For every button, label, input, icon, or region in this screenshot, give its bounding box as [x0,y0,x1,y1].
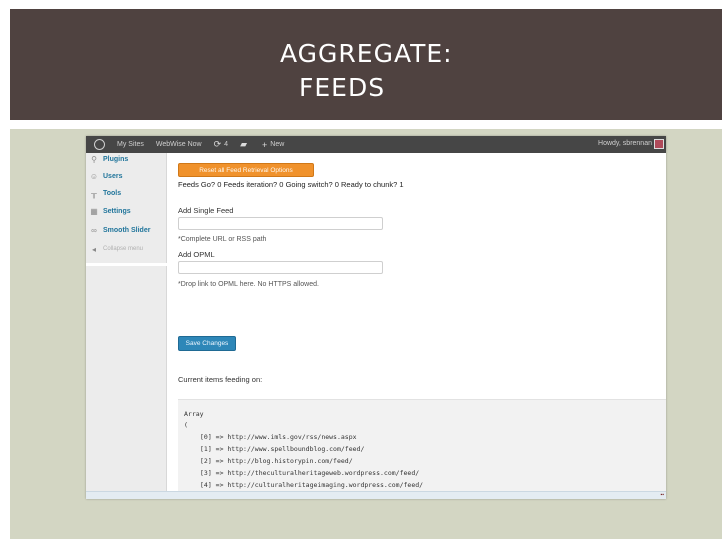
code-line: [4] => http://culturalheritageimaging.wo… [200,481,424,489]
sidebar-item-smooth-slider[interactable]: ∞ Smooth Slider [86,222,167,238]
tray-icon: ▪▪ [660,492,664,498]
plus-icon: + [262,139,268,150]
avatar[interactable] [654,139,664,149]
plug-icon: ⚲ [91,154,97,164]
current-items-label: Current items feeding on: [178,375,263,384]
users-icon: ☺ [89,171,99,181]
opml-hint: *Drop link to OPML here. No HTTPS allowe… [178,281,319,288]
main-content: Reset all Feed Retrieval Options Feeds G… [178,153,666,499]
admin-bar: My Sites WebWise Now ⟳ 4 ▰ + New Howdy, … [86,136,666,153]
feed-array-output: Array ( [0] => http://www.imls.gov/rss/n… [178,399,666,499]
collapse-menu-label: Collapse menu [103,246,144,252]
site-name-link[interactable]: WebWise Now [156,141,202,148]
updates-link[interactable]: ⟳ 4 [214,139,228,150]
tools-icon: ╥ [91,188,97,198]
sidebar-divider [86,263,167,266]
collapse-arrow-icon: ◂ [91,244,96,254]
comments-link[interactable]: ▰ [240,139,250,150]
collapse-menu-button[interactable]: ◂ Collapse menu [86,241,167,257]
code-open-paren: ( [184,421,188,429]
admin-sidebar: ⚲ Plugins ☺ Users ╥ Tools ▦ Settings ∞ S… [86,153,167,499]
single-feed-input[interactable] [178,217,383,230]
comment-icon: ▰ [240,139,247,149]
my-sites-link[interactable]: My Sites [117,141,144,148]
sidebar-item-tools[interactable]: ╥ Tools [86,185,167,201]
code-array-keyword: Array [184,410,204,418]
sidebar-item-label: Settings [103,207,131,215]
sidebar-item-plugins[interactable]: ⚲ Plugins [86,151,167,167]
sidebar-item-label: Smooth Slider [103,226,151,234]
wordpress-logo-icon[interactable] [91,138,107,151]
opml-input[interactable] [178,261,383,274]
refresh-icon: ⟳ [213,139,222,149]
my-sites-label: My Sites [117,141,144,148]
single-feed-label: Add Single Feed [178,206,234,215]
wordpress-screenshot: My Sites WebWise Now ⟳ 4 ▰ + New Howdy, … [86,136,666,499]
howdy-user-link[interactable]: Howdy, sbrennan [598,140,652,147]
new-content-link[interactable]: + New [262,140,284,150]
sidebar-item-label: Tools [103,189,122,197]
slide-title-line2: FEEDS [299,73,386,102]
slide-title-line1: AGGREGATE: [280,39,453,68]
code-line: [1] => http://www.spellboundblog.com/fee… [200,445,365,453]
sidebar-item-users[interactable]: ☺ Users [86,168,167,184]
taskbar-strip: ▪▪ [86,491,666,499]
sidebar-item-settings[interactable]: ▦ Settings [86,203,167,219]
save-changes-button[interactable]: Save Changes [178,336,236,351]
reset-feed-options-button[interactable]: Reset all Feed Retrieval Options [178,163,314,177]
settings-icon: ▦ [90,206,98,216]
code-line: [0] => http://www.imls.gov/rss/news.aspx [200,433,357,441]
site-name-label: WebWise Now [155,141,202,148]
single-feed-hint: *Complete URL or RSS path [178,236,267,243]
code-line: [2] => http://blog.historypin.com/feed/ [200,457,353,465]
new-label: New [270,141,285,148]
slide-title: AGGREGATE: FEEDS [280,37,453,105]
updates-count: 4 [224,141,229,148]
code-line: [3] => http://theculturalheritageweb.wor… [200,469,420,477]
slider-icon: ∞ [91,225,97,235]
opml-label: Add OPML [178,250,215,259]
sidebar-item-label: Plugins [103,155,129,163]
sidebar-item-label: Users [103,172,123,180]
feed-status-text: Feeds Go? 0 Feeds iteration? 0 Going swi… [178,180,404,189]
